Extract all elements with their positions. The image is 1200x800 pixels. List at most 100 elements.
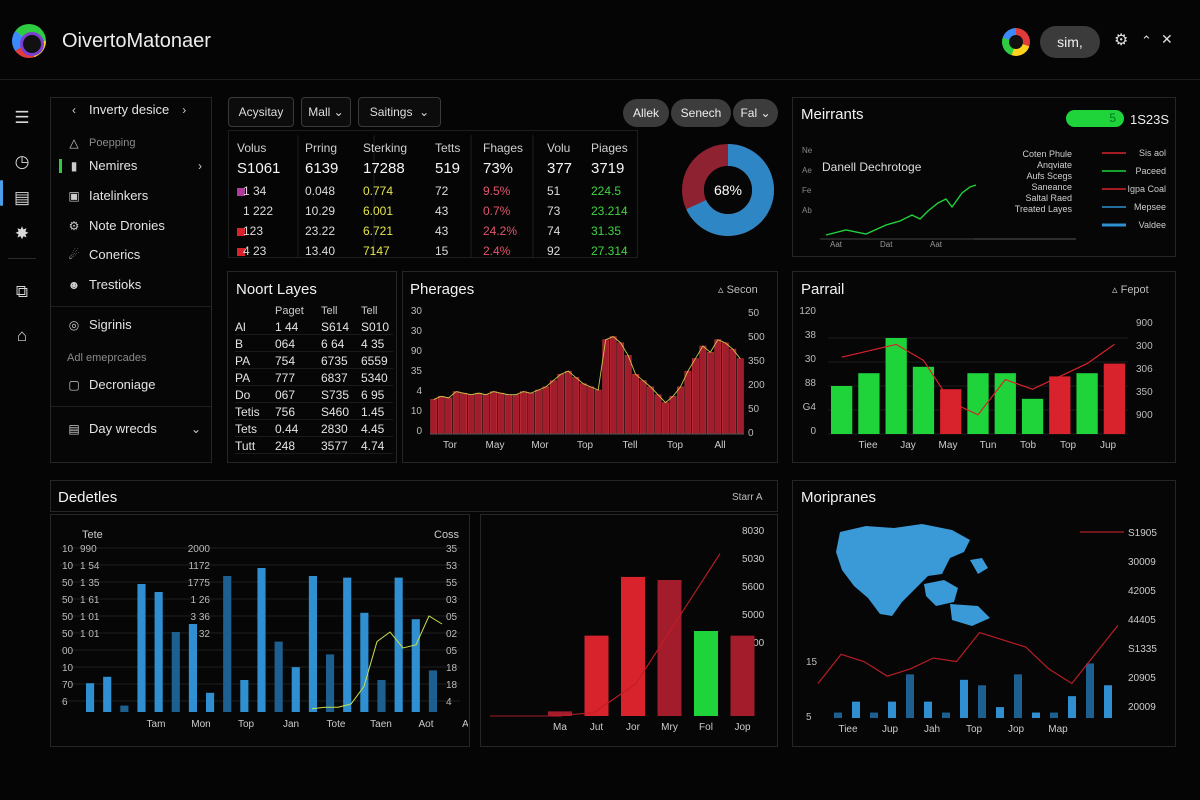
y-tick-label: 15 (806, 657, 818, 668)
bar (587, 386, 595, 435)
filter-pill-1[interactable]: Allek (623, 99, 669, 127)
bar (527, 392, 535, 435)
sidebar-item-iatelinkers[interactable]: ▣ Iatelinkers (67, 188, 207, 203)
x-tick-label: Jah (924, 724, 940, 735)
bar (714, 339, 722, 435)
bar (662, 402, 669, 435)
y-right-tick-label: 50 (748, 308, 760, 319)
y-right-tick-label: 18 (446, 663, 458, 674)
bar (572, 377, 580, 435)
column-header: Tete (82, 529, 103, 541)
bar (188, 624, 197, 712)
bar (852, 701, 860, 718)
pherages-action[interactable]: ▵ Secon (718, 283, 758, 296)
warning-icon: △ (69, 136, 79, 150)
y-right-tick-label: 306 (1136, 364, 1153, 375)
y-mid-label: 1 26 (191, 595, 211, 606)
merrants-note: Aufs Scegs (1026, 171, 1072, 181)
y-right-tick-label: 20905 (1128, 673, 1156, 684)
user-pill[interactable]: sim, (1040, 26, 1100, 58)
menu-icon[interactable]: ☰ (10, 106, 34, 130)
toolbar-button-1[interactable]: Acysitay (228, 97, 294, 127)
clock-icon[interactable]: ◷ (10, 150, 34, 174)
bar (924, 701, 932, 718)
y-tick-label: 10 (62, 561, 74, 572)
y-right-tick-label: 35 (446, 544, 458, 555)
bar (684, 370, 692, 435)
dedetles-action[interactable]: Starr A (732, 492, 763, 503)
row-divider (235, 436, 393, 437)
metrics-cell: S1061 (237, 160, 281, 177)
metrics-cell: 6.001 (363, 204, 394, 218)
bar (647, 386, 654, 435)
bar (639, 380, 647, 435)
layers-cell: 6 64 (321, 337, 345, 351)
metrics-cell: 51 (547, 184, 561, 198)
y-right-tick-label: S1335 (1128, 644, 1157, 655)
x-tick-label: May (486, 440, 505, 451)
layers-cell: S735 (321, 388, 350, 402)
chevron-right-icon[interactable]: › (177, 103, 191, 117)
close-icon[interactable]: ✕ (1161, 31, 1173, 48)
chevron-left-icon[interactable]: ‹ (67, 103, 81, 117)
app-title: OivertoMatonaer (62, 30, 211, 52)
parrail-action[interactable]: ▵ Fepot (1112, 283, 1149, 296)
bar (885, 338, 907, 434)
layers-cell: 1.45 (361, 405, 385, 419)
bar (831, 386, 853, 434)
user-group-icon: ☻ (67, 277, 81, 292)
toolbar-dropdown-mall[interactable]: Mall ⌄ (301, 97, 351, 127)
y-right-tick-label: 4 (446, 697, 452, 708)
x-tick-label: Fol (699, 722, 713, 733)
legend-label: Paceed (1135, 166, 1166, 176)
y-right-tick-label: 900 (1136, 410, 1153, 421)
x-tick-label: Jop (1008, 724, 1025, 735)
badge-icon[interactable]: ✸ (10, 222, 34, 246)
sidebar-item-nemires[interactable]: ▮ Nemires › (59, 158, 207, 173)
search-pill[interactable]: Senech (671, 99, 731, 127)
filter-dropdown[interactable]: Fal ⌄ (733, 99, 778, 127)
y-mid-label: 1775 (188, 578, 211, 589)
y-tick-label: 38 (805, 330, 817, 341)
bar (870, 712, 878, 718)
metrics-cell: 123 (243, 224, 264, 238)
chevron-up-icon[interactable]: ⌃ (1141, 33, 1152, 49)
user-settings-icon[interactable]: ⚙ (1114, 30, 1128, 50)
y-right-tick-label: 200 (748, 380, 765, 391)
layers-cell: 4 35 (361, 337, 385, 351)
x-tick-label: Map (1048, 724, 1068, 735)
y-right-tick-label: 350 (748, 356, 765, 367)
y-tick-label: 00 (62, 646, 74, 657)
bar (594, 389, 602, 435)
layers-icon[interactable]: ⧉ (10, 280, 34, 304)
axis-label: Fe (802, 186, 812, 195)
day-records-dropdown[interactable]: ▤ Day wrecds ⌄ (67, 421, 203, 436)
parrail-chart: 120 38 30 88 G4 0 900 300 306 350 900 Tiee Jay May Tun… (799, 306, 1153, 451)
profile-logo-icon[interactable] (1002, 28, 1030, 56)
sidebar-item-decroniage[interactable]: ▢ Decroniage (67, 377, 207, 392)
bar (154, 592, 163, 712)
sidebar-item-sigrinis[interactable]: ◎ Sigrinis (67, 317, 207, 332)
metrics-cell: 4 23 (243, 244, 267, 258)
layers-cell: PA (235, 354, 251, 368)
dedetles-chart: Tete Coss 10 990 2000 35 10 1 54 1172 53 50 1 35 177… (60, 529, 468, 730)
sidebar-item-note-dronies[interactable]: ⚙ Note Dronies (67, 218, 207, 233)
home-icon[interactable]: ⌂ (10, 324, 34, 348)
y-tick-label: 50 (62, 595, 74, 606)
metrics-cell: 3719 (591, 160, 625, 177)
bar (274, 641, 283, 712)
nav-header[interactable]: ‹ Inverty desice › (67, 102, 207, 117)
metrics-cell: 6139 (305, 160, 339, 177)
metrics-cell: 1 34 (243, 184, 267, 198)
pherages-chart: 30309035410050500350200500Tor May Mor Top Te… (411, 306, 765, 451)
sidebar-item-conerics[interactable]: ☄ Conerics (67, 247, 207, 262)
metrics-cell: 73 (547, 204, 561, 218)
y-right-tick-label: 53 (446, 561, 458, 572)
sidebar-item-trestioks[interactable]: ☻ Trestioks (67, 277, 207, 292)
bar (1021, 398, 1044, 434)
x-tick-label: Jor (626, 722, 641, 733)
x-tick-label: Aot (418, 719, 433, 730)
calendar-icon[interactable]: ▤ (10, 186, 34, 210)
toolbar-dropdown-settings[interactable]: Saitings ⌄ (358, 97, 441, 127)
bar (906, 674, 914, 718)
